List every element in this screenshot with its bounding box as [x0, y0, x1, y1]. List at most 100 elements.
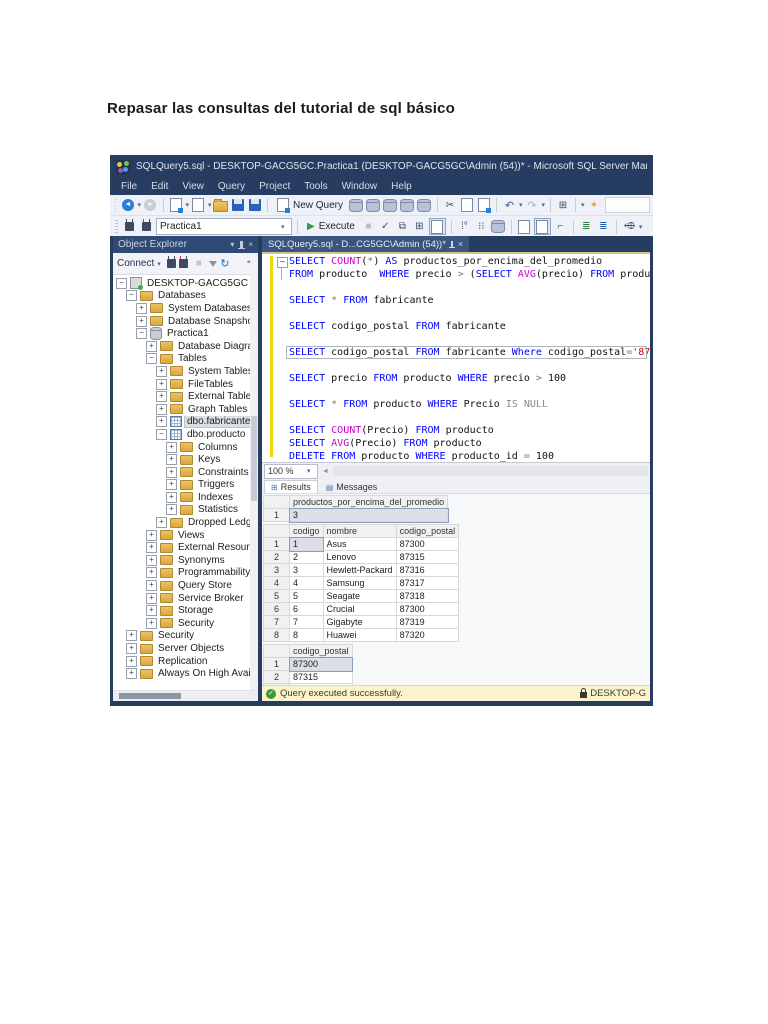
tree-item-dbo-fabricante[interactable]: + dbo.fabricante: [114, 415, 250, 429]
save-all-icon[interactable]: [247, 198, 262, 213]
analysis-dmx-query-icon[interactable]: [383, 198, 398, 213]
grid-cell[interactable]: Lenovo: [322, 550, 397, 564]
cut-icon[interactable]: ✂: [442, 198, 457, 213]
results-to-grid-icon[interactable]: [428, 218, 446, 235]
code-line[interactable]: SELECT COUNT(*) AS productos_por_encima_…: [262, 255, 650, 268]
tree-item-dropped-ledger-tab[interactable]: + Dropped Ledger Tab: [114, 516, 250, 529]
tree-item-database-snapshots[interactable]: + Database Snapshots: [114, 315, 250, 328]
expand-icon[interactable]: +: [146, 340, 157, 352]
filter-icon[interactable]: [209, 260, 218, 267]
add-item-dropdown-icon[interactable]: ▾: [208, 201, 212, 209]
editor-zoom-combo[interactable]: 100 % ▾: [264, 463, 318, 479]
connect-dropdown-icon[interactable]: ▾: [157, 260, 164, 268]
sql-code[interactable]: SELECT COUNT(*) AS productos_por_encima_…: [262, 255, 650, 462]
grid-cell[interactable]: 87315: [395, 550, 460, 564]
tab-close-icon[interactable]: ×: [458, 239, 463, 249]
extra-tool-icon[interactable]: ⬲: [622, 219, 637, 234]
new-query-doc-icon[interactable]: [168, 198, 183, 213]
close-icon[interactable]: ×: [248, 240, 253, 249]
stop-icon[interactable]: ■: [191, 256, 206, 271]
tree-item-storage[interactable]: + Storage: [114, 604, 250, 617]
grid-cell[interactable]: Huawei: [322, 628, 397, 642]
tree-item-programmability[interactable]: + Programmability: [114, 567, 250, 580]
row-number[interactable]: 2: [263, 670, 290, 684]
code-line[interactable]: SELECT * FROM producto WHERE Precio IS N…: [262, 398, 650, 411]
panel-dropdown-icon[interactable]: ▾: [230, 240, 234, 249]
row-number[interactable]: 1: [263, 537, 290, 551]
column-header-nombre[interactable]: nombre: [322, 524, 397, 538]
analysis-xmla-query-icon[interactable]: [400, 198, 415, 213]
expand-icon[interactable]: +: [166, 504, 177, 516]
estimated-plan-icon[interactable]: ⧉: [395, 219, 410, 234]
indent-increase-icon[interactable]: ≣: [596, 219, 611, 234]
expand-icon[interactable]: +: [126, 655, 137, 667]
grid-cell[interactable]: 87317: [395, 576, 460, 590]
tree-item-indexes[interactable]: + Indexes: [114, 491, 250, 504]
code-line[interactable]: [262, 411, 650, 424]
tree-item-query-store[interactable]: + Query Store: [114, 579, 250, 592]
disconnect-icon[interactable]: [179, 256, 189, 268]
tree-item-security[interactable]: + Security: [114, 630, 250, 643]
tree-item-tables[interactable]: − Tables: [114, 353, 250, 366]
tab-results[interactable]: ⊞ Results: [264, 480, 318, 493]
editor-horizontal-scrollbar[interactable]: [332, 466, 648, 476]
tree-item-graph-tables[interactable]: + Graph Tables: [114, 403, 250, 416]
grid-cell[interactable]: 87315: [289, 670, 353, 684]
expand-icon[interactable]: +: [156, 416, 167, 428]
redo-dropdown-icon[interactable]: ▾: [541, 201, 545, 209]
execute-button[interactable]: ▶ Execute: [303, 221, 359, 232]
paste-icon[interactable]: [476, 198, 491, 213]
row-number[interactable]: 3: [263, 563, 290, 577]
new-query-button[interactable]: New Query: [273, 198, 347, 213]
scrollbar-thumb[interactable]: [119, 693, 181, 699]
new-query-dropdown-icon[interactable]: ▾: [185, 201, 189, 209]
row-number[interactable]: 8: [263, 628, 290, 642]
row-number[interactable]: 1: [263, 657, 290, 671]
expand-icon[interactable]: +: [126, 668, 137, 680]
find-in-files-icon[interactable]: ⊞: [555, 198, 570, 213]
save-icon[interactable]: [230, 198, 245, 213]
expand-icon[interactable]: +: [166, 479, 177, 491]
connect-button[interactable]: Connect: [117, 258, 154, 269]
toolbar-grip[interactable]: [115, 220, 118, 233]
connect-icon[interactable]: [167, 256, 177, 268]
tree-item-statistics[interactable]: + Statistics: [114, 504, 250, 517]
tree-item-keys[interactable]: + Keys: [114, 453, 250, 466]
grid-cell[interactable]: 87300: [395, 602, 460, 616]
column-header-codigo[interactable]: codigo: [289, 524, 324, 538]
tree-item-constraints[interactable]: + Constraints: [114, 466, 250, 479]
query-tab[interactable]: SQLQuery5.sql - D...CG5GC\Admin (54))* ×: [262, 236, 470, 252]
code-line[interactable]: [262, 333, 650, 346]
grid-cell[interactable]: 87316: [395, 563, 460, 577]
row-number[interactable]: 4: [263, 576, 290, 590]
integration-query-icon[interactable]: [417, 198, 432, 213]
grid-cell[interactable]: Seagate: [322, 589, 397, 603]
navigate-forward-icon[interactable]: ►: [143, 198, 158, 213]
tree-item-databases[interactable]: − Databases: [114, 290, 250, 303]
code-line[interactable]: SELECT codigo_postal FROM fabricante: [262, 320, 650, 333]
expand-icon[interactable]: +: [166, 466, 177, 478]
expand-icon[interactable]: +: [126, 643, 137, 655]
uncomment-icon[interactable]: [533, 218, 551, 235]
tree-vertical-scrollbar[interactable]: [250, 274, 258, 691]
tree-item-desktop-gacg5gc-sql-ser[interactable]: − DESKTOP-GACG5GC (SQL Ser: [114, 277, 250, 290]
available-databases-combo[interactable]: Practica1 ▾: [156, 218, 292, 235]
expand-icon[interactable]: +: [156, 378, 167, 390]
grid-cell[interactable]: Hewlett-Packard: [322, 563, 397, 577]
object-explorer-titlebar[interactable]: Object Explorer ▾ ×: [113, 236, 258, 253]
grid-cell[interactable]: 4: [289, 576, 324, 590]
tree-item-dbo-producto[interactable]: − dbo.producto: [114, 428, 250, 441]
change-connection-icon[interactable]: [139, 219, 154, 234]
tree-item-security[interactable]: + Security: [114, 617, 250, 630]
menu-query[interactable]: Query: [211, 181, 252, 192]
navigate-back-icon[interactable]: ◄: [120, 198, 135, 213]
live-query-stats-icon[interactable]: ⊞: [412, 219, 427, 234]
column-header-codigo-postal[interactable]: codigo_postal: [289, 644, 353, 658]
grid-cell[interactable]: 87300: [288, 656, 354, 672]
code-line[interactable]: [262, 281, 650, 294]
grid-corner[interactable]: [263, 495, 290, 509]
toolbar-search-box[interactable]: [605, 197, 651, 213]
grid-cell[interactable]: 8: [289, 628, 324, 642]
code-line[interactable]: SELECT COUNT(Precio) FROM producto: [262, 424, 650, 437]
tree-item-always-on-high-availability[interactable]: + Always On High Availability: [114, 667, 250, 680]
